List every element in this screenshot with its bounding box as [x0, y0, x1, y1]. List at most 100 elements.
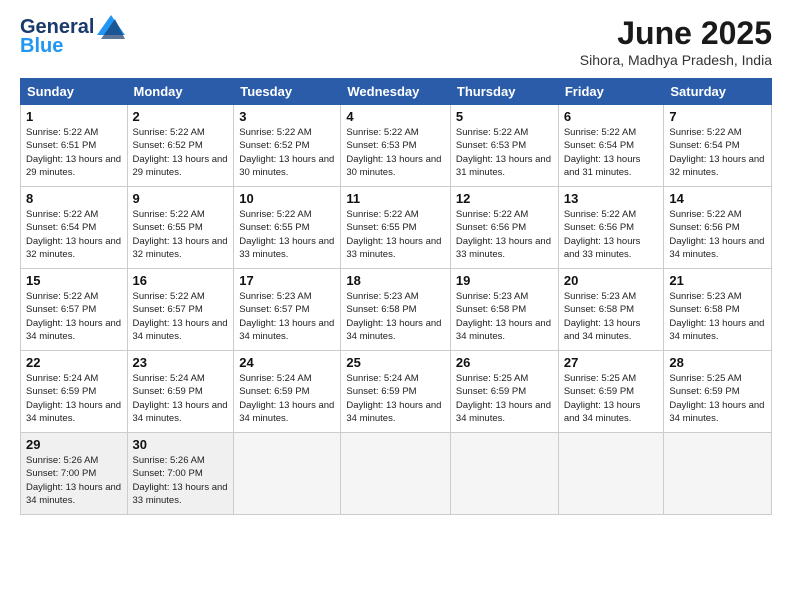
day-number: 29: [26, 437, 122, 452]
day-number: 5: [456, 109, 553, 124]
col-saturday: Saturday: [664, 79, 772, 105]
col-thursday: Thursday: [450, 79, 558, 105]
day-number: 15: [26, 273, 122, 288]
day-info: Sunrise: 5:25 AMSunset: 6:59 PMDaylight:…: [456, 372, 553, 425]
calendar-row-1: 8 Sunrise: 5:22 AMSunset: 6:54 PMDaylight…: [21, 187, 772, 269]
calendar-cell: 21 Sunrise: 5:23 AMSunset: 6:58 PMDayligh…: [664, 269, 772, 351]
day-number: 27: [564, 355, 659, 370]
calendar-cell: 10 Sunrise: 5:22 AMSunset: 6:55 PMDayligh…: [234, 187, 341, 269]
calendar-row-4: 29 Sunrise: 5:26 AMSunset: 7:00 PMDayligh…: [21, 433, 772, 515]
day-number: 21: [669, 273, 766, 288]
day-info: Sunrise: 5:24 AMSunset: 6:59 PMDaylight:…: [26, 372, 122, 425]
calendar-cell: 6 Sunrise: 5:22 AMSunset: 6:54 PMDaylight…: [558, 105, 664, 187]
calendar-cell: [450, 433, 558, 515]
day-info: Sunrise: 5:22 AMSunset: 6:52 PMDaylight:…: [133, 126, 229, 179]
day-info: Sunrise: 5:22 AMSunset: 6:52 PMDaylight:…: [239, 126, 335, 179]
header: General Blue June 2025 Sihora, Madhya Pr…: [20, 15, 772, 68]
calendar-cell: 29 Sunrise: 5:26 AMSunset: 7:00 PMDayligh…: [21, 433, 128, 515]
day-number: 3: [239, 109, 335, 124]
day-number: 7: [669, 109, 766, 124]
day-number: 25: [346, 355, 445, 370]
day-number: 2: [133, 109, 229, 124]
calendar-cell: 15 Sunrise: 5:22 AMSunset: 6:57 PMDayligh…: [21, 269, 128, 351]
day-info: Sunrise: 5:23 AMSunset: 6:58 PMDaylight:…: [346, 290, 445, 343]
day-number: 10: [239, 191, 335, 206]
day-number: 17: [239, 273, 335, 288]
day-number: 28: [669, 355, 766, 370]
calendar-cell: 18Sunrise: 5:23 AMSunset: 6:58 PMDayligh…: [341, 269, 451, 351]
day-info: Sunrise: 5:22 AMSunset: 6:55 PMDaylight:…: [346, 208, 445, 261]
calendar-cell: 12Sunrise: 5:22 AMSunset: 6:56 PMDayligh…: [450, 187, 558, 269]
day-number: 22: [26, 355, 122, 370]
day-info: Sunrise: 5:22 AMSunset: 6:57 PMDaylight:…: [26, 290, 122, 343]
day-info: Sunrise: 5:26 AMSunset: 7:00 PMDaylight:…: [133, 454, 229, 507]
location: Sihora, Madhya Pradesh, India: [580, 52, 772, 68]
calendar-cell: [664, 433, 772, 515]
calendar-cell: 11 Sunrise: 5:22 AMSunset: 6:55 PMDayligh…: [341, 187, 451, 269]
col-monday: Monday: [127, 79, 234, 105]
title-section: June 2025 Sihora, Madhya Pradesh, India: [580, 15, 772, 68]
day-info: Sunrise: 5:25 AMSunset: 6:59 PMDaylight:…: [564, 372, 659, 425]
calendar-cell: 3 Sunrise: 5:22 AMSunset: 6:52 PMDaylight…: [234, 105, 341, 187]
day-info: Sunrise: 5:23 AMSunset: 6:57 PMDaylight:…: [239, 290, 335, 343]
calendar-cell: [558, 433, 664, 515]
calendar-cell: 20 Sunrise: 5:23 AMSunset: 6:58 PMDayligh…: [558, 269, 664, 351]
calendar-cell: 30 Sunrise: 5:26 AMSunset: 7:00 PMDayligh…: [127, 433, 234, 515]
calendar-cell: [234, 433, 341, 515]
logo-icon: [97, 15, 125, 39]
day-number: 24: [239, 355, 335, 370]
day-info: Sunrise: 5:22 AMSunset: 6:56 PMDaylight:…: [669, 208, 766, 261]
day-number: 23: [133, 355, 229, 370]
day-number: 8: [26, 191, 122, 206]
calendar-cell: 5 Sunrise: 5:22 AMSunset: 6:53 PMDaylight…: [450, 105, 558, 187]
day-number: 19: [456, 273, 553, 288]
col-friday: Friday: [558, 79, 664, 105]
calendar-row-3: 22 Sunrise: 5:24 AMSunset: 6:59 PMDayligh…: [21, 351, 772, 433]
day-info: Sunrise: 5:26 AMSunset: 7:00 PMDaylight:…: [26, 454, 122, 507]
col-wednesday: Wednesday: [341, 79, 451, 105]
day-number: 13: [564, 191, 659, 206]
day-number: 30: [133, 437, 229, 452]
col-sunday: Sunday: [21, 79, 128, 105]
day-info: Sunrise: 5:23 AMSunset: 6:58 PMDaylight:…: [456, 290, 553, 343]
calendar-row-0: 1 Sunrise: 5:22 AMSunset: 6:51 PMDaylight…: [21, 105, 772, 187]
day-number: 1: [26, 109, 122, 124]
day-info: Sunrise: 5:22 AMSunset: 6:55 PMDaylight:…: [239, 208, 335, 261]
calendar-cell: 1 Sunrise: 5:22 AMSunset: 6:51 PMDaylight…: [21, 105, 128, 187]
calendar-cell: 23 Sunrise: 5:24 AMSunset: 6:59 PMDayligh…: [127, 351, 234, 433]
day-info: Sunrise: 5:22 AMSunset: 6:56 PMDaylight:…: [564, 208, 659, 261]
day-number: 11: [346, 191, 445, 206]
calendar-cell: 19 Sunrise: 5:23 AMSunset: 6:58 PMDayligh…: [450, 269, 558, 351]
calendar-cell: 26 Sunrise: 5:25 AMSunset: 6:59 PMDayligh…: [450, 351, 558, 433]
day-info: Sunrise: 5:24 AMSunset: 6:59 PMDaylight:…: [133, 372, 229, 425]
day-info: Sunrise: 5:22 AMSunset: 6:51 PMDaylight:…: [26, 126, 122, 179]
day-number: 6: [564, 109, 659, 124]
day-info: Sunrise: 5:22 AMSunset: 6:54 PMDaylight:…: [564, 126, 659, 179]
day-info: Sunrise: 5:22 AMSunset: 6:54 PMDaylight:…: [669, 126, 766, 179]
day-info: Sunrise: 5:23 AMSunset: 6:58 PMDaylight:…: [669, 290, 766, 343]
col-tuesday: Tuesday: [234, 79, 341, 105]
calendar-cell: 17 Sunrise: 5:23 AMSunset: 6:57 PMDayligh…: [234, 269, 341, 351]
day-info: Sunrise: 5:22 AMSunset: 6:53 PMDaylight:…: [456, 126, 553, 179]
calendar-cell: 16Sunrise: 5:22 AMSunset: 6:57 PMDayligh…: [127, 269, 234, 351]
day-number: 20: [564, 273, 659, 288]
page: General Blue June 2025 Sihora, Madhya Pr…: [0, 0, 792, 612]
day-info: Sunrise: 5:24 AMSunset: 6:59 PMDaylight:…: [346, 372, 445, 425]
day-info: Sunrise: 5:22 AMSunset: 6:55 PMDaylight:…: [133, 208, 229, 261]
day-info: Sunrise: 5:22 AMSunset: 6:53 PMDaylight:…: [346, 126, 445, 179]
calendar-cell: 27 Sunrise: 5:25 AMSunset: 6:59 PMDayligh…: [558, 351, 664, 433]
calendar-cell: 22 Sunrise: 5:24 AMSunset: 6:59 PMDayligh…: [21, 351, 128, 433]
day-number: 12: [456, 191, 553, 206]
day-number: 14: [669, 191, 766, 206]
calendar-row-2: 15 Sunrise: 5:22 AMSunset: 6:57 PMDayligh…: [21, 269, 772, 351]
month-title: June 2025: [580, 15, 772, 52]
header-row: Sunday Monday Tuesday Wednesday Thursday…: [21, 79, 772, 105]
day-info: Sunrise: 5:22 AMSunset: 6:57 PMDaylight:…: [133, 290, 229, 343]
calendar-cell: [341, 433, 451, 515]
day-info: Sunrise: 5:22 AMSunset: 6:54 PMDaylight:…: [26, 208, 122, 261]
day-number: 4: [346, 109, 445, 124]
calendar-cell: 13 Sunrise: 5:22 AMSunset: 6:56 PMDayligh…: [558, 187, 664, 269]
day-info: Sunrise: 5:23 AMSunset: 6:58 PMDaylight:…: [564, 290, 659, 343]
day-number: 26: [456, 355, 553, 370]
calendar-cell: 2 Sunrise: 5:22 AMSunset: 6:52 PMDaylight…: [127, 105, 234, 187]
